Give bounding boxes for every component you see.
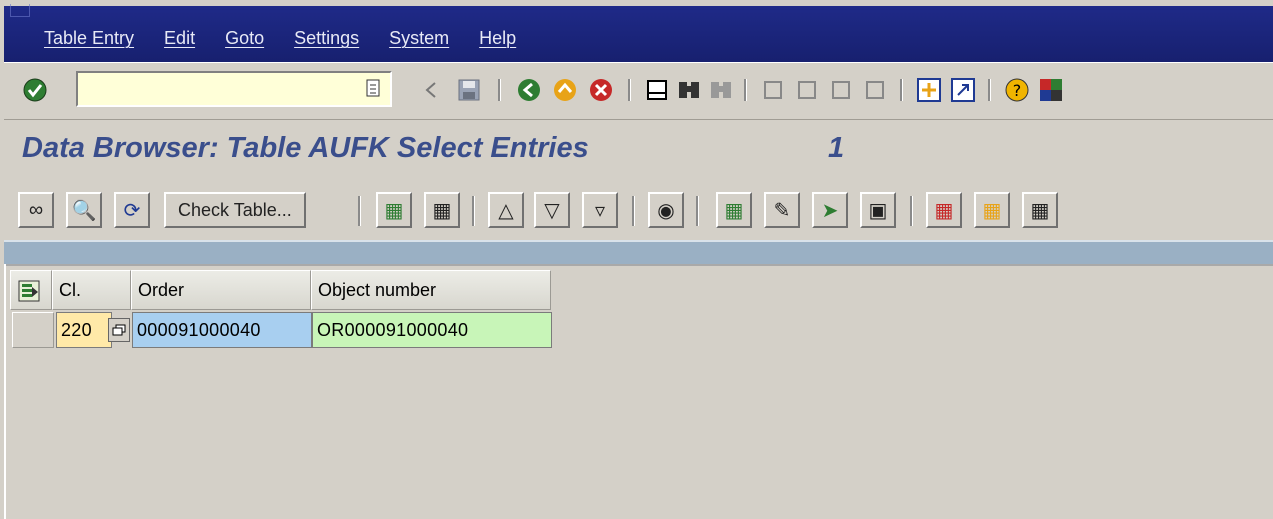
find-icon[interactable]: [676, 77, 702, 103]
deselect-all-button[interactable]: ▦: [424, 192, 460, 228]
sort-descending-icon: ▽: [544, 199, 560, 222]
menu-help[interactable]: Help: [479, 28, 516, 52]
select-layout-button[interactable]: ▦: [974, 192, 1010, 228]
save-icon[interactable]: [456, 77, 482, 103]
excel-button[interactable]: ▦: [716, 192, 752, 228]
menu-list: Table Entry Edit Goto Settings System He…: [44, 28, 546, 52]
back-arrow-icon[interactable]: [418, 77, 444, 103]
application-toolbar: ∞ 🔍 ⟳ Check Table... ▦ ▦ △ ▽ ▿ ◉ ▦ ✎ ➤ ▣…: [4, 186, 1273, 238]
filter-button[interactable]: ▿: [582, 192, 618, 228]
data-grid: Cl. Order Object number 220 000091000040…: [4, 264, 1273, 519]
next-page-icon[interactable]: [828, 77, 854, 103]
menu-edit[interactable]: Edit: [164, 28, 195, 52]
magnifier-icon: 🔍: [71, 199, 97, 222]
sum-icon: ◉: [657, 199, 675, 222]
sum-button[interactable]: ◉: [648, 192, 684, 228]
column-header-object-number[interactable]: Object number: [311, 270, 551, 310]
deselect-all-icon: ▦: [432, 199, 452, 222]
spreadsheet-icon: ▦: [724, 199, 744, 222]
cell-object-number[interactable]: OR000091000040: [312, 312, 552, 348]
column-header-client[interactable]: Cl.: [52, 270, 131, 310]
cancel-icon[interactable]: [588, 77, 614, 103]
select-rows-icon: [18, 280, 40, 302]
menu-goto[interactable]: Goto: [225, 28, 264, 52]
command-field[interactable]: [76, 71, 392, 107]
select-layout-icon: ▦: [982, 199, 1002, 222]
create-session-icon[interactable]: [916, 77, 942, 103]
save-layout-button[interactable]: ▦: [1022, 192, 1058, 228]
select-all-icon: ▦: [384, 199, 404, 222]
sort-descending-button[interactable]: ▽: [534, 192, 570, 228]
help-icon[interactable]: ?: [1004, 77, 1030, 103]
check-table-label: Check Table...: [178, 199, 292, 220]
find-next-icon[interactable]: [708, 77, 734, 103]
back-icon[interactable]: [516, 77, 542, 103]
menu-table-entry[interactable]: Table Entry: [44, 28, 134, 52]
page-title: Data Browser: Table AUFK Select Entries: [22, 132, 589, 164]
enter-icon[interactable]: [22, 77, 48, 103]
exit-icon[interactable]: [552, 77, 578, 103]
abc-icon: ▣: [868, 199, 888, 222]
last-page-icon[interactable]: [862, 77, 888, 103]
local-file-button[interactable]: ➤: [812, 192, 848, 228]
print-icon[interactable]: [644, 77, 670, 103]
layout-grid-icon: ▦: [934, 199, 954, 222]
cell-order[interactable]: 000091000040: [132, 312, 312, 348]
first-page-icon[interactable]: [760, 77, 786, 103]
window-menu-icon[interactable]: [10, 4, 30, 17]
local-file-icon: ➤: [821, 199, 839, 222]
menu-bar: Table Entry Edit Goto Settings System He…: [4, 4, 1273, 62]
sort-ascending-button[interactable]: △: [488, 192, 524, 228]
standard-toolbar: ?: [4, 62, 1273, 120]
layout-menu-icon[interactable]: [1038, 77, 1064, 103]
filter-icon: ▿: [594, 199, 606, 222]
select-all-button[interactable]: ▦: [376, 192, 412, 228]
glasses-icon: ∞: [28, 198, 44, 221]
menu-system[interactable]: System: [389, 28, 449, 52]
change-layout-button[interactable]: ▦: [926, 192, 962, 228]
value-help-icon[interactable]: [108, 318, 130, 342]
check-table-button[interactable]: Check Table...: [164, 192, 306, 228]
toolbar-divider: [4, 240, 1273, 266]
word-processing-button[interactable]: ✎: [764, 192, 800, 228]
previous-page-icon[interactable]: [794, 77, 820, 103]
column-header-order[interactable]: Order: [131, 270, 311, 310]
refresh-button[interactable]: ⟳: [114, 192, 150, 228]
display-button[interactable]: 🔍: [66, 192, 102, 228]
select-all-rows-button[interactable]: [10, 270, 52, 310]
abc-analysis-button[interactable]: ▣: [860, 192, 896, 228]
menu-settings[interactable]: Settings: [294, 28, 359, 52]
word-icon: ✎: [773, 199, 791, 222]
details-button[interactable]: ∞: [18, 192, 54, 228]
refresh-icon: ⟳: [123, 199, 141, 222]
cell-client[interactable]: 220: [56, 312, 112, 348]
entry-count: 1: [828, 132, 845, 164]
row-selector[interactable]: [12, 312, 54, 348]
sort-ascending-icon: △: [498, 199, 514, 222]
svg-text:?: ?: [1013, 81, 1022, 100]
dropdown-icon[interactable]: [366, 79, 380, 102]
save-layout-icon: ▦: [1030, 199, 1050, 222]
shortcut-icon[interactable]: [950, 77, 976, 103]
